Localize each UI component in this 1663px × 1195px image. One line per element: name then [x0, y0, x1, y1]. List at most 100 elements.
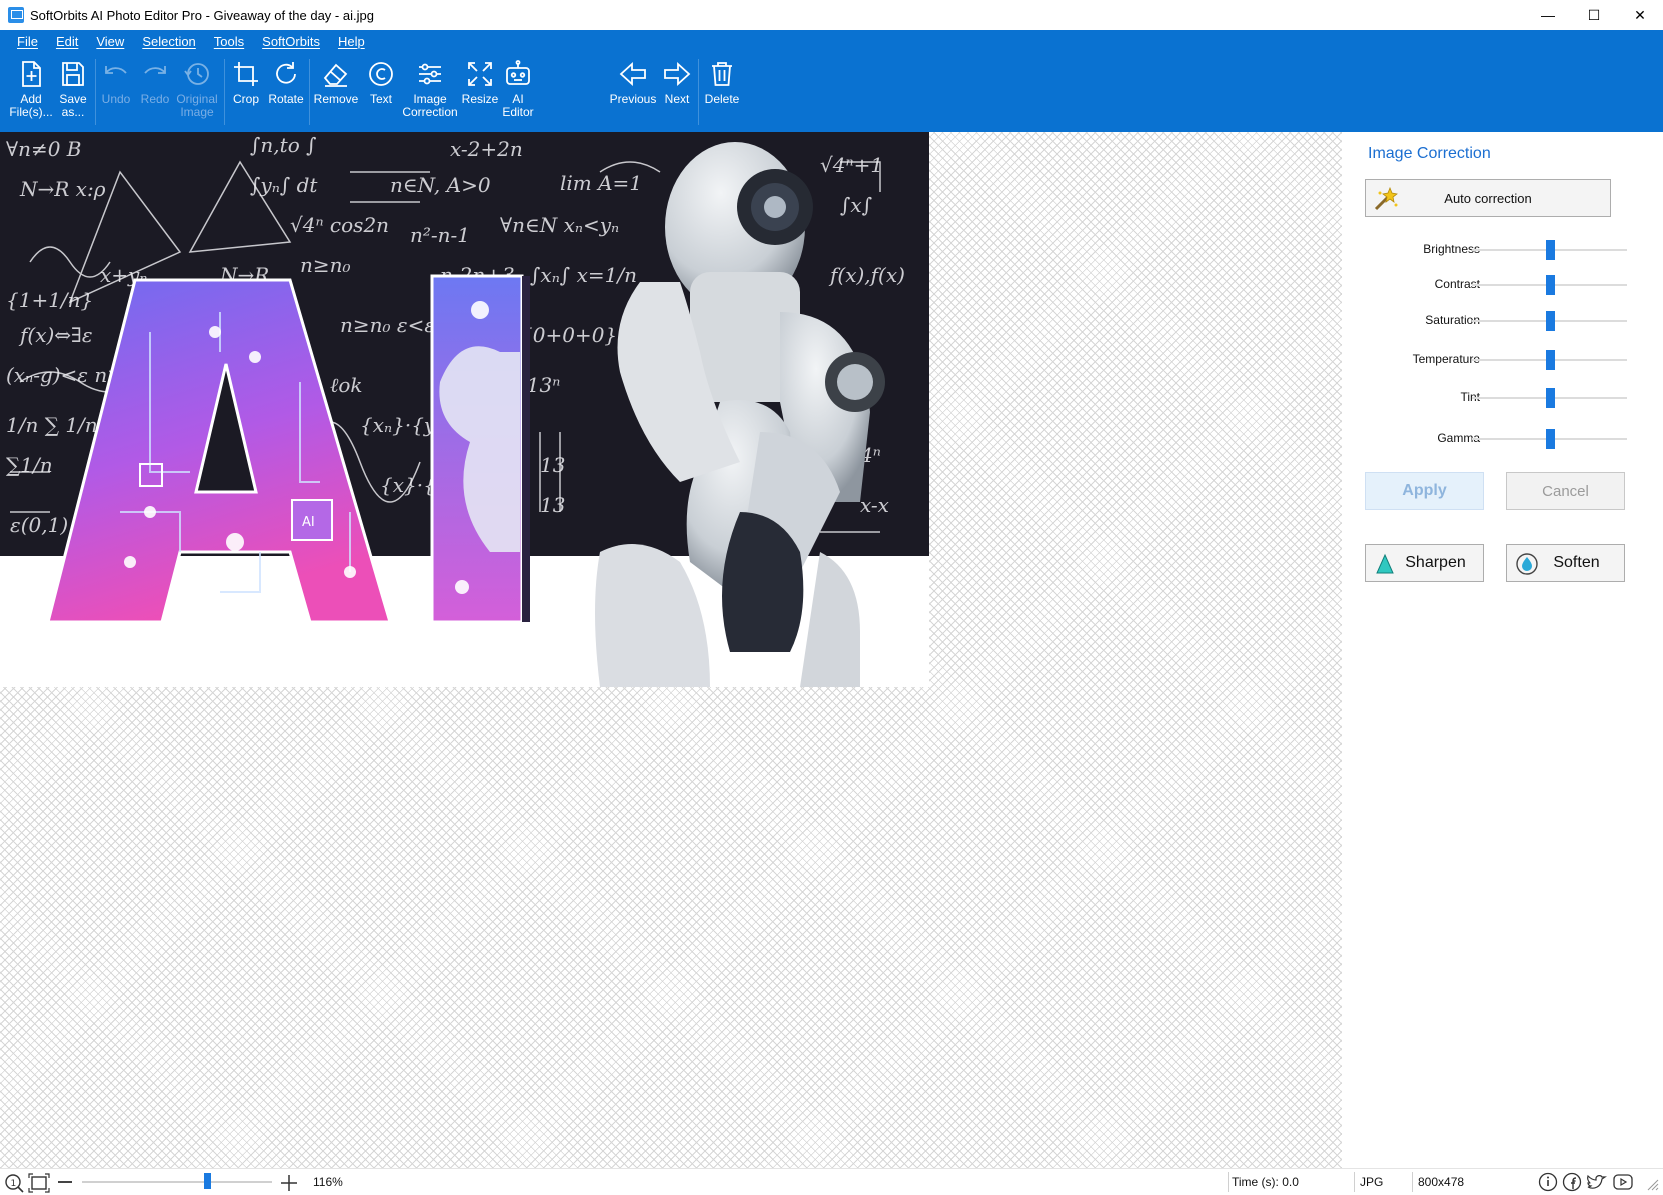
cancel-button[interactable]: Cancel: [1506, 472, 1625, 510]
svg-text:x-2+2n: x-2+2n: [450, 137, 523, 161]
image-correction-label: Image Correction: [402, 92, 458, 119]
svg-text:f(x)⇔∃ε: f(x)⇔∃ε: [18, 323, 93, 347]
undo-button[interactable]: Undo: [97, 53, 135, 132]
slider-thumb[interactable]: [1545, 240, 1555, 260]
rotate-button[interactable]: Rotate: [264, 53, 308, 132]
save-as-button[interactable]: Save as...: [54, 53, 92, 132]
facebook-icon[interactable]: [1562, 1172, 1582, 1192]
svg-text:13: 13: [540, 493, 565, 517]
twitter-icon[interactable]: [1586, 1172, 1608, 1192]
sharpen-button[interactable]: Sharpen: [1365, 544, 1484, 582]
remove-label: Remove: [313, 92, 359, 106]
menu-selection[interactable]: Selection: [133, 34, 204, 49]
sliders-icon: [419, 63, 441, 85]
svg-text:√4ⁿ cos2n: √4ⁿ cos2n: [290, 213, 389, 237]
delete-button[interactable]: Delete: [702, 53, 742, 132]
original-image-button[interactable]: Original Image: [174, 53, 220, 132]
status-separator: [1412, 1172, 1413, 1192]
apply-button[interactable]: Apply: [1365, 472, 1484, 510]
crop-button[interactable]: Crop: [228, 53, 264, 132]
image-correction-button[interactable]: Image Correction: [400, 53, 460, 132]
soften-label: Soften: [1553, 554, 1600, 571]
slider-thumb[interactable]: [1545, 350, 1555, 370]
app-icon: [8, 7, 24, 23]
tint-slider[interactable]: Tint: [1342, 384, 1663, 412]
gamma-slider[interactable]: Gamma: [1342, 425, 1663, 453]
zoom-actual-icon[interactable]: 1: [4, 1173, 24, 1193]
zoom-slider-thumb[interactable]: [204, 1173, 212, 1189]
ai-editor-button[interactable]: AI Editor: [499, 53, 537, 132]
menu-help[interactable]: Help: [329, 34, 374, 49]
image-canvas[interactable]: ∀n≠0 B ∫n,to ∫ x-2+2n ∫yₙ∫ dt n∈N, A>0 lim A…: [0, 132, 1342, 1168]
maximize-button[interactable]: ☐: [1571, 0, 1617, 30]
slider-thumb[interactable]: [1545, 311, 1555, 331]
menu-tools[interactable]: Tools: [205, 34, 253, 49]
svg-text:{1+1/n}: {1+1/n}: [6, 288, 93, 312]
redo-label: Redo: [140, 92, 170, 106]
brightness-slider[interactable]: Brightness: [1342, 236, 1663, 264]
sharpen-icon: [1376, 553, 1394, 574]
svg-text:1/n ∑ 1/n: 1/n ∑ 1/n: [6, 413, 98, 437]
svg-text:f(x),f(x): f(x),f(x): [828, 263, 905, 287]
cancel-label: Cancel: [1542, 482, 1589, 500]
saturation-slider[interactable]: Saturation: [1342, 307, 1663, 335]
svg-text:∫x∫: ∫x∫: [840, 193, 872, 217]
menu-bar: File Edit View Selection Tools SoftOrbit…: [0, 30, 1663, 53]
slider-thumb[interactable]: [1545, 429, 1555, 449]
chip-label: AI: [302, 515, 315, 530]
svg-text:ε(0,1): ε(0,1): [10, 513, 68, 537]
youtube-icon[interactable]: [1612, 1172, 1634, 1192]
info-icon[interactable]: [1538, 1172, 1558, 1192]
redo-button[interactable]: Redo: [136, 53, 174, 132]
file-format: JPG: [1360, 1175, 1384, 1189]
previous-button[interactable]: Previous: [607, 53, 659, 132]
svg-text:∀n∈N xₙ<yₙ: ∀n∈N xₙ<yₙ: [500, 213, 619, 237]
svg-text:ℓok: ℓok: [330, 373, 363, 397]
resize-button[interactable]: Resize: [461, 53, 499, 132]
arrow-right-icon: [664, 61, 691, 87]
minimize-button[interactable]: —: [1525, 0, 1571, 30]
photo-illustration: ∀n≠0 B ∫n,to ∫ x-2+2n ∫yₙ∫ dt n∈N, A>0 lim A…: [0, 132, 929, 687]
remove-button[interactable]: Remove: [312, 53, 360, 132]
original-image-label: Original Image: [176, 92, 218, 119]
add-file-icon: [22, 61, 41, 87]
rotate-icon: [276, 62, 296, 84]
toolbar-separator: [224, 59, 225, 125]
droplet-icon: [1516, 553, 1538, 575]
save-as-label: Save as...: [59, 92, 87, 119]
svg-text:n≥n₀: n≥n₀: [300, 253, 351, 277]
resize-grip-icon[interactable]: [1645, 1177, 1659, 1191]
toolbar-separator: [309, 59, 310, 125]
contrast-slider[interactable]: Contrast: [1342, 271, 1663, 299]
time-readout: Time (s): 0.0: [1232, 1175, 1299, 1189]
photo-image: ∀n≠0 B ∫n,to ∫ x-2+2n ∫yₙ∫ dt n∈N, A>0 lim A…: [0, 132, 929, 687]
redo-icon: [144, 66, 166, 74]
temperature-label: Temperature: [1412, 352, 1480, 366]
save-icon: [62, 62, 84, 86]
arrow-left-icon: [619, 61, 646, 87]
soften-button[interactable]: Soften: [1506, 544, 1625, 582]
menu-view[interactable]: View: [87, 34, 133, 49]
zoom-out-icon[interactable]: [58, 1181, 72, 1183]
slider-thumb[interactable]: [1545, 388, 1555, 408]
svg-text:∀n≠0 B: ∀n≠0 B: [6, 137, 82, 161]
svg-text:∑1/n: ∑1/n: [6, 453, 53, 477]
zoom-slider-track[interactable]: [82, 1181, 272, 1183]
text-button[interactable]: Text: [362, 53, 400, 132]
previous-label: Previous: [609, 92, 657, 106]
close-button[interactable]: ✕: [1617, 0, 1663, 30]
menu-file[interactable]: File: [8, 34, 47, 49]
add-files-button[interactable]: Add File(s)...: [8, 53, 54, 132]
image-dimensions: 800x478: [1418, 1175, 1465, 1189]
crop-label: Crop: [232, 92, 259, 106]
menu-edit[interactable]: Edit: [47, 34, 87, 49]
temperature-slider[interactable]: Temperature: [1342, 346, 1663, 374]
status-separator: [1354, 1172, 1355, 1192]
auto-correction-button[interactable]: Auto correction: [1365, 179, 1611, 217]
next-button[interactable]: Next: [660, 53, 694, 132]
fit-to-window-icon[interactable]: [28, 1173, 50, 1193]
menu-softorbits[interactable]: SoftOrbits: [253, 34, 329, 49]
slider-thumb[interactable]: [1545, 275, 1555, 295]
zoom-in-icon[interactable]: [280, 1174, 298, 1192]
svg-text:√4ⁿ+1: √4ⁿ+1: [820, 153, 883, 177]
